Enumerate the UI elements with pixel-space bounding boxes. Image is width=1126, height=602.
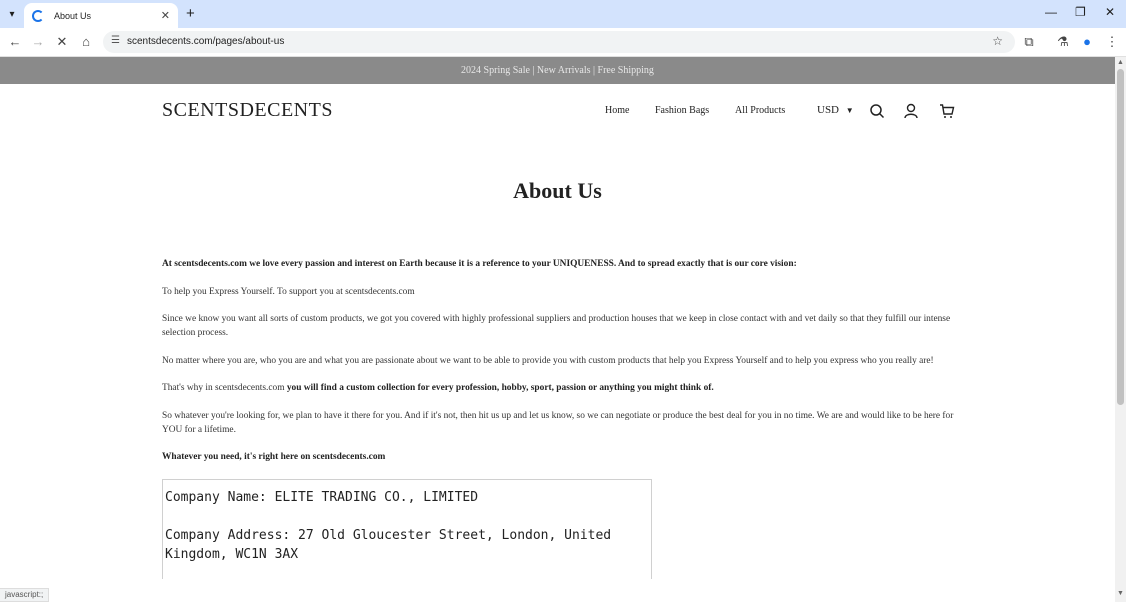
announcement-bar[interactable]: 2024 Spring Sale | New Arrivals | Free S… — [0, 57, 1115, 84]
browser-tab-active[interactable]: About Us ✕ — [24, 3, 178, 28]
closing-paragraph: Whatever you need, it's right here on sc… — [162, 452, 386, 463]
home-icon[interactable]: ⌂ — [78, 34, 94, 49]
company-name: Company Name: ELITE TRADING CO., LIMITED — [165, 490, 479, 505]
nav-fashion-bags[interactable]: Fashion Bags — [655, 105, 709, 116]
currency-selector[interactable]: USD ▼ — [817, 104, 854, 116]
mission-paragraph: To help you Express Yourself. To support… — [162, 286, 415, 297]
caret-down-icon: ▼ — [845, 106, 854, 115]
scroll-thumb[interactable] — [1117, 69, 1124, 405]
back-arrow-icon[interactable]: ← — [7, 34, 23, 49]
site-logo[interactable]: SCENTSDECENTS — [162, 99, 333, 122]
page-viewport: 2024 Spring Sale | New Arrivals | Free S… — [0, 57, 1115, 602]
site-info-icon[interactable]: ☰ — [111, 35, 120, 46]
browser-menu-kebab-icon[interactable]: ⋮ — [1104, 34, 1120, 50]
address-bar[interactable]: ☰ scentsdecents.com/pages/about-us ☆ — [103, 31, 1015, 53]
nav-all-products[interactable]: All Products — [735, 105, 785, 116]
bookmark-star-icon[interactable]: ☆ — [992, 34, 1003, 48]
profile-avatar-icon[interactable]: ● — [1079, 34, 1095, 49]
search-icon[interactable] — [869, 103, 885, 119]
scroll-down-arrow-icon[interactable]: ▼ — [1117, 590, 1124, 597]
collection-paragraph: That's why in scentsdecents.com you will… — [162, 382, 954, 396]
restore-icon[interactable]: ❐ — [1075, 5, 1086, 19]
account-icon[interactable] — [903, 103, 919, 119]
company-info-box: Company Name: ELITE TRADING CO., LIMITED… — [162, 479, 652, 579]
new-tab-plus-icon[interactable]: + — [186, 5, 195, 22]
cart-icon[interactable] — [939, 103, 955, 119]
stop-loading-icon[interactable]: ✕ — [54, 34, 70, 50]
browser-toolbar: ← → ✕ ⌂ ☰ scentsdecents.com/pages/about-… — [0, 28, 1126, 57]
about-content: At scentsdecents.com we love every passi… — [162, 258, 954, 479]
tab-search-chevron-icon[interactable]: ▾ — [4, 6, 20, 22]
url-text[interactable]: scentsdecents.com/pages/about-us — [127, 36, 284, 47]
forward-arrow-icon[interactable]: → — [30, 34, 46, 49]
currency-label: USD — [817, 104, 840, 116]
tab-title: About Us — [54, 10, 92, 21]
nav-home[interactable]: Home — [605, 105, 629, 116]
scroll-up-arrow-icon[interactable]: ▲ — [1117, 59, 1124, 66]
loading-favicon-icon — [32, 9, 44, 22]
collection-prefix: That's why in scentsdecents.com — [162, 383, 285, 394]
labs-flask-icon[interactable]: ⚗ — [1055, 34, 1071, 50]
company-address: Company Address: 27 Old Gloucester Stree… — [165, 528, 612, 562]
collection-bold: you will find a custom collection for ev… — [284, 383, 714, 394]
browser-tab-bar: ▾ About Us ✕ + — ❐ ✕ — [0, 0, 1126, 28]
minimize-icon[interactable]: — — [1045, 5, 1057, 19]
link-status-bar: javascript:; — [0, 588, 50, 602]
suppliers-paragraph: Since we know you want all sorts of cust… — [162, 314, 951, 338]
lifetime-paragraph: So whatever you're looking for, we plan … — [162, 410, 954, 435]
page-scrollbar[interactable]: ▲ ▼ — [1115, 57, 1126, 602]
window-close-icon[interactable]: ✕ — [1105, 5, 1115, 19]
tab-close-icon[interactable]: ✕ — [161, 9, 170, 22]
extensions-puzzle-icon[interactable]: ⧉ — [1021, 34, 1037, 50]
page-title: About Us — [513, 178, 602, 203]
intro-paragraph: At scentsdecents.com we love every passi… — [162, 259, 797, 269]
passion-paragraph: No matter where you are, who you are and… — [162, 355, 934, 366]
